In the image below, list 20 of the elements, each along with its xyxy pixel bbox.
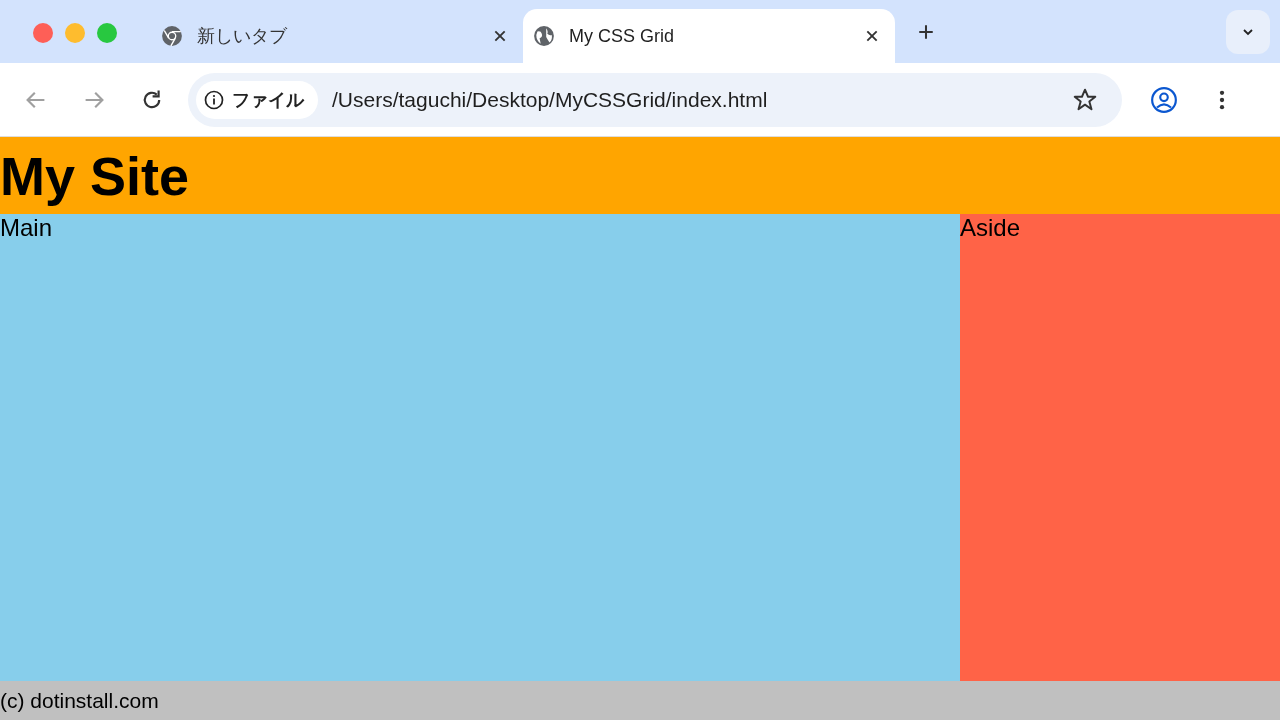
site-info-chip[interactable]: ファイル (196, 80, 318, 119)
browser-tab[interactable]: My CSS Grid (523, 9, 895, 63)
new-tab-icon[interactable] (917, 22, 935, 41)
close-icon[interactable] (493, 29, 507, 43)
address-bar[interactable]: ファイル /Users/taguchi/Desktop/MyCSSGrid/index.html (188, 72, 1122, 127)
chip-label: ファイル (232, 88, 304, 112)
close-icon[interactable] (865, 29, 879, 43)
tab-title: My CSS Grid (569, 25, 675, 47)
tab-title: 新しいタブ (197, 25, 288, 48)
site-title: My Site (0, 144, 190, 207)
main-label: Main (0, 214, 53, 241)
globe-icon (533, 25, 555, 47)
url-text: /Users/taguchi/Desktop/MyCSSGrid/index.html (332, 87, 769, 112)
bookmark-star-icon[interactable] (1072, 86, 1098, 113)
profile-icon[interactable] (1150, 85, 1178, 114)
aside-label: Aside (960, 214, 1021, 241)
info-icon (204, 89, 224, 110)
browser-tab[interactable]: 新しいタブ (151, 9, 523, 63)
chrome-icon (161, 25, 183, 47)
footer-text: (c) dotinstall.com (0, 688, 159, 713)
